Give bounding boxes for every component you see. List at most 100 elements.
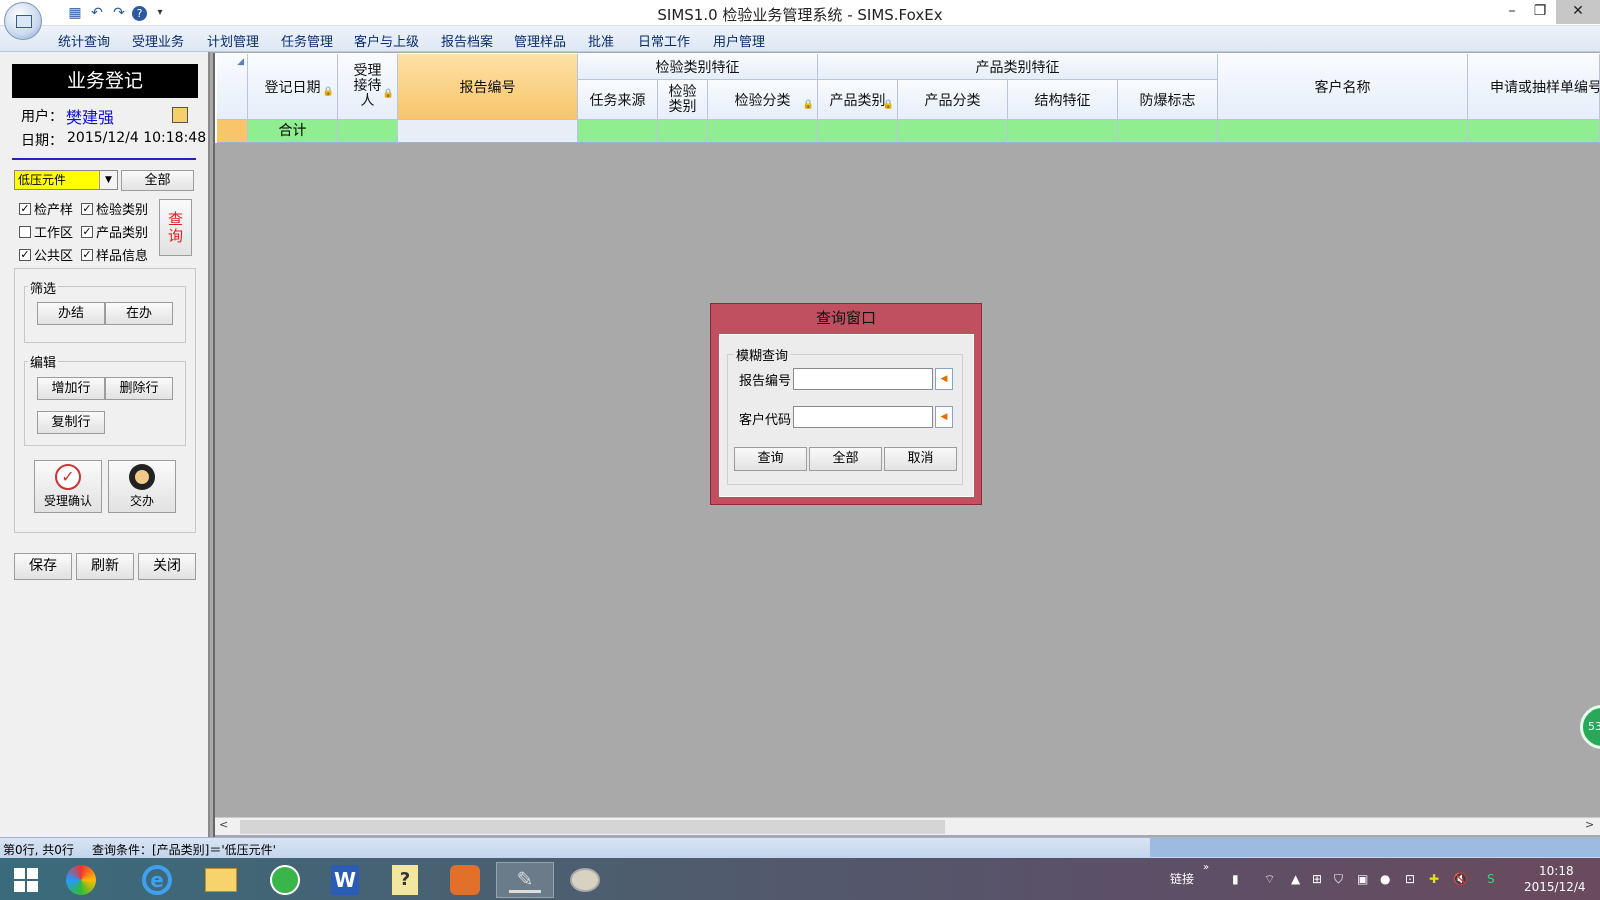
chevron-down-icon[interactable]: ▼ [99,171,117,189]
report-no-input[interactable] [793,368,933,390]
input-method-icon[interactable]: ▣ [1357,872,1368,886]
header-apply-no[interactable]: 申请或抽样单编号 [1468,54,1600,120]
browser-green-icon[interactable] [256,862,314,898]
close-button[interactable]: 关闭 [138,553,196,580]
volume-muted-icon[interactable]: 🔇 [1453,872,1468,886]
menu-plan-management[interactable]: 计划管理 [207,31,259,50]
app-icon [16,15,32,28]
header-receiver[interactable]: 受理 接待 人 🔒 [338,54,398,120]
customer-code-input[interactable] [793,406,933,428]
redo-icon[interactable]: ↷ [110,4,128,22]
header-report-no[interactable]: 报告编号 [398,54,578,120]
scroll-thumb[interactable] [240,820,945,834]
lock-icon: 🔒 [802,99,814,110]
all-button[interactable]: 全部 [121,170,194,191]
copy-row-button[interactable]: 复制行 [37,411,105,434]
filter-done-button[interactable]: 办结 [37,302,105,325]
header-structure[interactable]: 结构特征 [1008,80,1118,120]
clock-date[interactable]: 2015/12/4 [1524,880,1586,894]
check-icon: ✓ [19,247,31,261]
accept-confirm-button[interactable]: ✓ 受理确认 [34,460,102,513]
paint-icon[interactable] [556,862,614,898]
clock-time[interactable]: 10:18 [1539,864,1574,878]
menu-approve[interactable]: 批准 [588,31,614,50]
refresh-button[interactable]: 刷新 [76,553,134,580]
menu-manage-samples[interactable]: 管理样品 [514,31,566,50]
header-task-source[interactable]: 任务来源 [578,80,658,120]
help-icon[interactable]: ? [132,5,147,21]
menu-daily-work[interactable]: 日常工作 [638,31,690,50]
expand-chevron-icon[interactable]: » [1203,862,1209,873]
undo-icon[interactable]: ↶ [88,4,106,22]
battery-icon[interactable]: ▮ [1232,872,1239,886]
checkbox-sample-info[interactable]: ✓ 样品信息 [81,245,148,264]
picker-arrow-icon[interactable]: ◀ [935,368,953,390]
checkbox-label: 工作区 [34,226,74,241]
dialog-query-button[interactable]: 查询 [734,447,807,471]
checkbox-workspace[interactable]: 工作区 [19,222,73,241]
security-plus-icon[interactable]: ✚ [1429,872,1439,886]
menu-customer[interactable]: 客户与上级 [354,31,419,50]
filter-doing-button[interactable]: 在办 [105,302,173,325]
floating-badge[interactable]: 53 [1580,705,1600,749]
checkbox-public[interactable]: ✓ 公共区 [19,245,73,264]
wifi-icon[interactable]: ⌔ [1264,872,1275,887]
windows-flag-icon[interactable]: ⊞ [1312,872,1322,886]
save-button[interactable]: 保存 [14,553,72,580]
sum-cell [898,120,1008,143]
category-select[interactable]: 低压元件 ▼ [14,170,118,190]
qq-icon[interactable]: ● [1380,872,1390,886]
menu-report-archive[interactable]: 报告档案 [441,31,493,50]
picker-arrow-icon[interactable]: ◀ [935,406,953,428]
restore-button[interactable]: ❐ [1520,0,1560,24]
user-card-icon[interactable] [172,107,188,123]
ie-browser-icon[interactable]: e [128,862,186,898]
header-customer[interactable]: 客户名称 [1218,54,1468,120]
word-icon[interactable]: W [316,862,374,898]
grid-corner[interactable]: ◢ [217,54,248,120]
dialog-all-button[interactable]: 全部 [809,447,882,471]
checkbox-sample[interactable]: ✓ 检产样 [19,199,73,218]
query-button[interactable]: 查 询 [159,199,192,256]
header-inspect-class[interactable]: 检验分类 🔒 [708,80,818,120]
foxpro-icon[interactable] [436,862,494,898]
menu-task-management[interactable]: 任务管理 [281,31,333,50]
filter-group-label: 筛选 [28,278,59,297]
scroll-right-icon[interactable]: > [1585,818,1594,831]
row-count: 第0行, 共0行 [3,843,74,857]
shield-icon[interactable]: ⛉ [1334,872,1343,887]
links-label[interactable]: 链接 [1170,870,1194,887]
show-hidden-icon[interactable]: ▲ [1291,872,1300,886]
menu-user-management[interactable]: 用户管理 [713,31,765,50]
check-icon: ✓ [81,224,93,238]
sims-app-icon[interactable]: ✎ [496,862,554,898]
header-reg-date[interactable]: 登记日期 🔒 [248,54,338,120]
sum-cell [578,120,658,143]
customize-chevron-icon[interactable]: ▾ [151,4,169,22]
file-explorer-icon[interactable] [192,862,250,898]
hand-over-button[interactable]: 交办 [108,460,176,513]
row-selector[interactable] [217,120,248,143]
close-window-button[interactable]: ✕ [1556,0,1600,24]
app-menu-button[interactable] [4,2,42,40]
windows-start-icon[interactable] [4,862,48,898]
header-inspect-cat[interactable]: 检验 类别 [658,80,708,120]
network-icon[interactable]: ⊡ [1405,872,1415,886]
app-colorful-icon[interactable] [52,862,110,898]
menu-stats-query[interactable]: 统计查询 [58,31,110,50]
panel-splitter[interactable] [213,53,215,837]
scroll-left-icon[interactable]: < [219,818,228,831]
header-product-cat[interactable]: 产品类别 🔒 [818,80,898,120]
add-row-button[interactable]: 增加行 [37,377,105,400]
dialog-cancel-button[interactable]: 取消 [884,447,957,471]
delete-row-button[interactable]: 删除行 [105,377,173,400]
header-product-class[interactable]: 产品分类 [898,80,1008,120]
menu-accept-business[interactable]: 受理业务 [132,31,184,50]
help-file-icon[interactable]: ? [376,862,434,898]
app-s-icon[interactable]: S [1487,872,1495,886]
checkbox-inspect-cat[interactable]: ✓ 检验类别 [81,199,148,218]
checkbox-product-cat[interactable]: ✓ 产品类别 [81,222,148,241]
grid-icon[interactable]: ▦ [66,4,84,22]
header-explosion[interactable]: 防爆标志 [1118,80,1218,120]
header-label: 登记日期 [264,79,321,96]
